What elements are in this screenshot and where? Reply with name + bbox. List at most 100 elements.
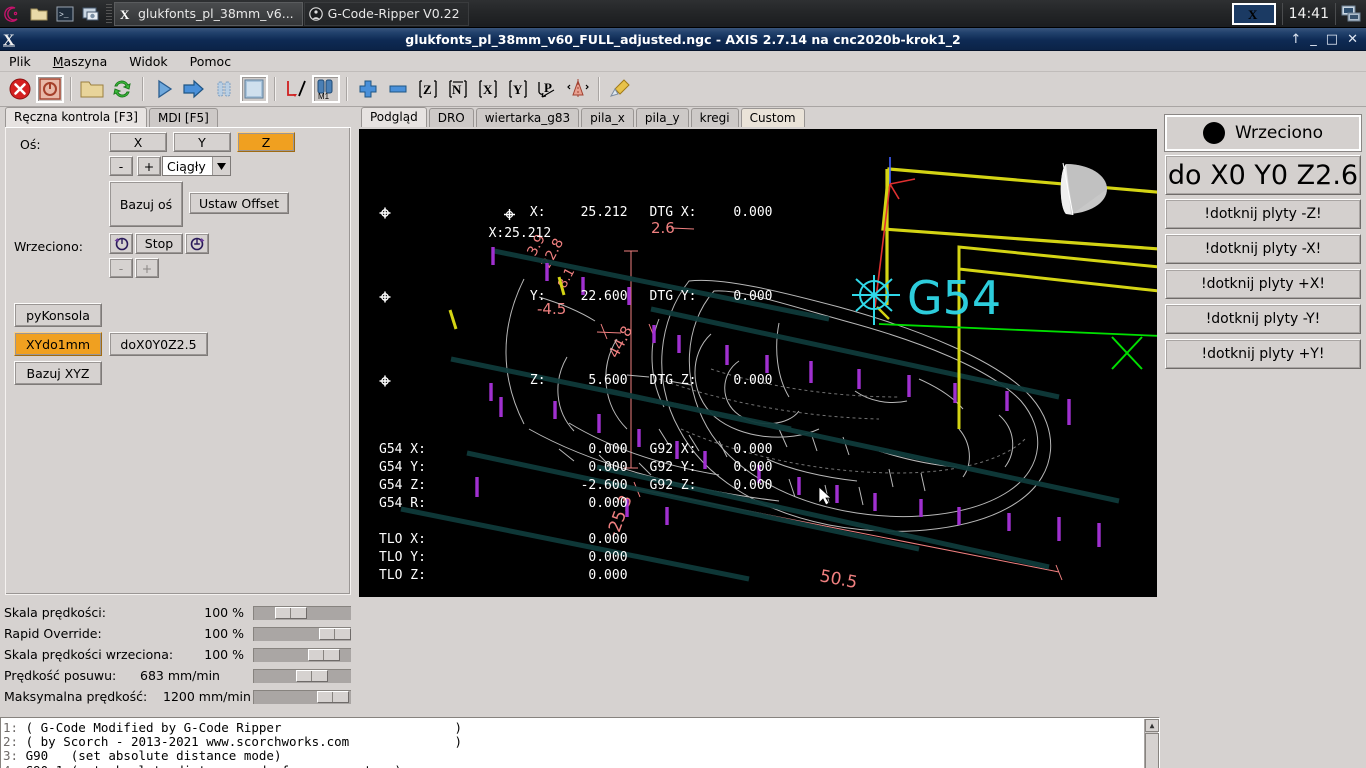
open-file-icon[interactable] (78, 75, 106, 103)
dro-g54-value-x: 0.000 (588, 442, 628, 457)
custom-button-xydo1mm[interactable]: XYdo1mm (14, 332, 102, 356)
touch-plate-minus-z-button[interactable]: !dotknij plyty -Z! (1165, 199, 1361, 229)
gcode-line-text: G90 (set absolute distance mode) (25, 748, 282, 764)
home-axis-button[interactable]: Bazuj oś (109, 181, 183, 227)
custom-button-dox0y0z25[interactable]: doX0Y0Z2.5 (109, 332, 208, 356)
taskbar-window-label: G-Code-Ripper V0.22 (327, 6, 460, 21)
machine-power-icon[interactable] (36, 75, 64, 103)
menu-pomoc[interactable]: Pomoc (187, 53, 234, 70)
clear-plot-icon[interactable] (606, 75, 634, 103)
slider-rapid-override[interactable] (252, 626, 352, 642)
jog-minus-button[interactable]: - (109, 156, 133, 176)
close-button[interactable]: ✕ (1347, 33, 1358, 46)
tab-reczna-kontrola[interactable]: Ręczna kontrola [F3] (5, 107, 147, 127)
gcode-listing[interactable]: 1: ( G-Code Modified by G-Code Ripper ) … (0, 717, 1160, 768)
spindle-status-button[interactable]: Wrzeciono (1165, 115, 1361, 151)
view-rotate-icon[interactable] (564, 75, 592, 103)
slider-max-velocity[interactable] (252, 689, 352, 705)
view-z-icon[interactable]: Z (414, 75, 442, 103)
menu-maszyna[interactable]: Maszyna (50, 53, 111, 70)
touch-plate-plus-x-button[interactable]: !dotknij plyty +X! (1165, 269, 1361, 299)
dro-g92-value-y: 0.000 (733, 460, 773, 475)
taskbar-window-axis[interactable]: X glukfonts_pl_38mm_v6... (114, 1, 303, 26)
maximize-button[interactable]: □ (1326, 33, 1338, 46)
workspace-pager[interactable]: X (1231, 2, 1276, 25)
view-z2-icon[interactable]: N (444, 75, 472, 103)
dro-dtg-label-y: DTG Y: (649, 289, 697, 304)
touch-plate-minus-y-button[interactable]: !dotknij plyty -Y! (1165, 304, 1361, 334)
menu-widok[interactable]: Widok (126, 53, 170, 70)
tab-dro[interactable]: DRO (428, 108, 474, 127)
slider-spindle-scale[interactable] (252, 647, 352, 663)
pause-program-icon[interactable] (210, 75, 238, 103)
toggle-optional-stop-icon[interactable]: M1 (312, 75, 340, 103)
gcode-line-number: 2: (3, 734, 19, 750)
slider-feed-scale[interactable] (252, 605, 352, 621)
shade-button[interactable]: ↑ (1290, 33, 1301, 46)
taskbar-separator (106, 3, 112, 24)
axis-button-y[interactable]: Y (173, 132, 231, 152)
tab-wiertarka-g83[interactable]: wiertarka_g83 (475, 108, 580, 127)
axis-button-x[interactable]: X (109, 132, 167, 152)
view-p-icon[interactable]: P (534, 75, 562, 103)
axis-button-z[interactable]: Z (237, 132, 295, 152)
spindle-speed-plus-button[interactable]: + (135, 258, 159, 278)
reload-file-icon[interactable] (108, 75, 136, 103)
gcode-line[interactable]: 3: G90 (set absolute distance mode) (3, 749, 1159, 763)
dro-g54-label-x: G54 X: (379, 442, 426, 457)
terminal-icon[interactable]: >_ (52, 1, 78, 27)
spindle-stop-button[interactable]: Stop (135, 233, 183, 254)
toggle-block-delete-icon[interactable] (282, 75, 310, 103)
jog-plus-button[interactable]: + (137, 156, 161, 176)
custom-button-bazuj-xyz[interactable]: Bazuj XYZ (14, 361, 102, 385)
network-monitor-icon[interactable] (1336, 5, 1366, 23)
menu-plik[interactable]: Plik (6, 53, 34, 70)
spindle-speed-minus-button[interactable]: - (109, 258, 133, 278)
taskbar-window-gcode-ripper[interactable]: G-Code-Ripper V0.22 (303, 1, 469, 26)
taskbar-clock[interactable]: 14:41 (1281, 2, 1336, 25)
zoom-in-icon[interactable] (354, 75, 382, 103)
screenshot-icon[interactable] (78, 1, 104, 27)
tab-mdi[interactable]: MDI [F5] (148, 108, 218, 127)
svg-text:N: N (452, 82, 462, 97)
debian-menu-icon[interactable] (0, 1, 26, 27)
dro-label-y: Y: (529, 289, 546, 304)
spindle-cw-icon[interactable] (185, 233, 209, 254)
toolbar: M1 Z N X Y P (0, 72, 1366, 107)
jog-increment-select[interactable]: Ciągły (162, 156, 231, 176)
gcode-scrollbar[interactable]: ▲ ▼ (1144, 719, 1159, 768)
tab-pila-y[interactable]: pila_y (635, 108, 689, 127)
tab-custom[interactable]: Custom (740, 108, 805, 127)
slider-feed-rate[interactable] (252, 668, 352, 684)
tab-kregi[interactable]: kregi (690, 108, 739, 127)
touch-plate-plus-y-button[interactable]: !dotknij plyty +Y! (1165, 339, 1361, 369)
minimize-button[interactable]: _ (1310, 33, 1317, 46)
axis-application-window: X glukfonts_pl_38mm_v60_FULL_adjusted.ng… (0, 28, 1366, 768)
gcode-3d-preview[interactable]: 2.6 44.8 50.5 -25.3 3.9 22.8 8.1 -4.5 G5… (359, 129, 1157, 597)
step-program-icon[interactable] (180, 75, 208, 103)
view-y-icon[interactable]: Y (504, 75, 532, 103)
run-program-icon[interactable] (150, 75, 178, 103)
custom-button-pykonsola[interactable]: pyKonsola (14, 303, 102, 327)
gcode-line[interactable]: 1: ( G-Code Modified by G-Code Ripper ) (3, 720, 1159, 735)
file-manager-icon[interactable] (26, 1, 52, 27)
goto-x0y0z26-button[interactable]: do X0 Y0 Z2.6 (1165, 155, 1361, 195)
svg-text:X: X (120, 7, 130, 21)
set-offset-button[interactable]: Ustaw Offset (189, 192, 289, 214)
scroll-up-icon[interactable]: ▲ (1145, 719, 1159, 732)
tab-podglad[interactable]: Podgląd (361, 107, 427, 127)
main-body: Ręczna kontrola [F3] MDI [F5] Oś: X Y Z … (0, 107, 1366, 768)
stop-program-icon[interactable] (240, 75, 268, 103)
touch-plate-minus-x-button[interactable]: !dotknij plyty -X! (1165, 234, 1361, 264)
slider-label: Skala prędkości: (4, 605, 106, 620)
gcode-line[interactable]: 2: ( by Scorch - 2013-2021 www.scorchwor… (3, 735, 1159, 749)
dro-tlo-label-x: TLO X: (379, 532, 426, 547)
gcode-line-number: 3: (3, 748, 19, 764)
zoom-out-icon[interactable] (384, 75, 412, 103)
spindle-ccw-icon[interactable] (109, 233, 133, 254)
gcode-line-text: ( by Scorch - 2013-2021 www.scorchworks.… (25, 734, 463, 750)
estop-icon[interactable] (6, 75, 34, 103)
tab-pila-x[interactable]: pila_x (581, 108, 634, 127)
scrollbar-thumb[interactable] (1145, 733, 1159, 768)
view-x-icon[interactable]: X (474, 75, 502, 103)
